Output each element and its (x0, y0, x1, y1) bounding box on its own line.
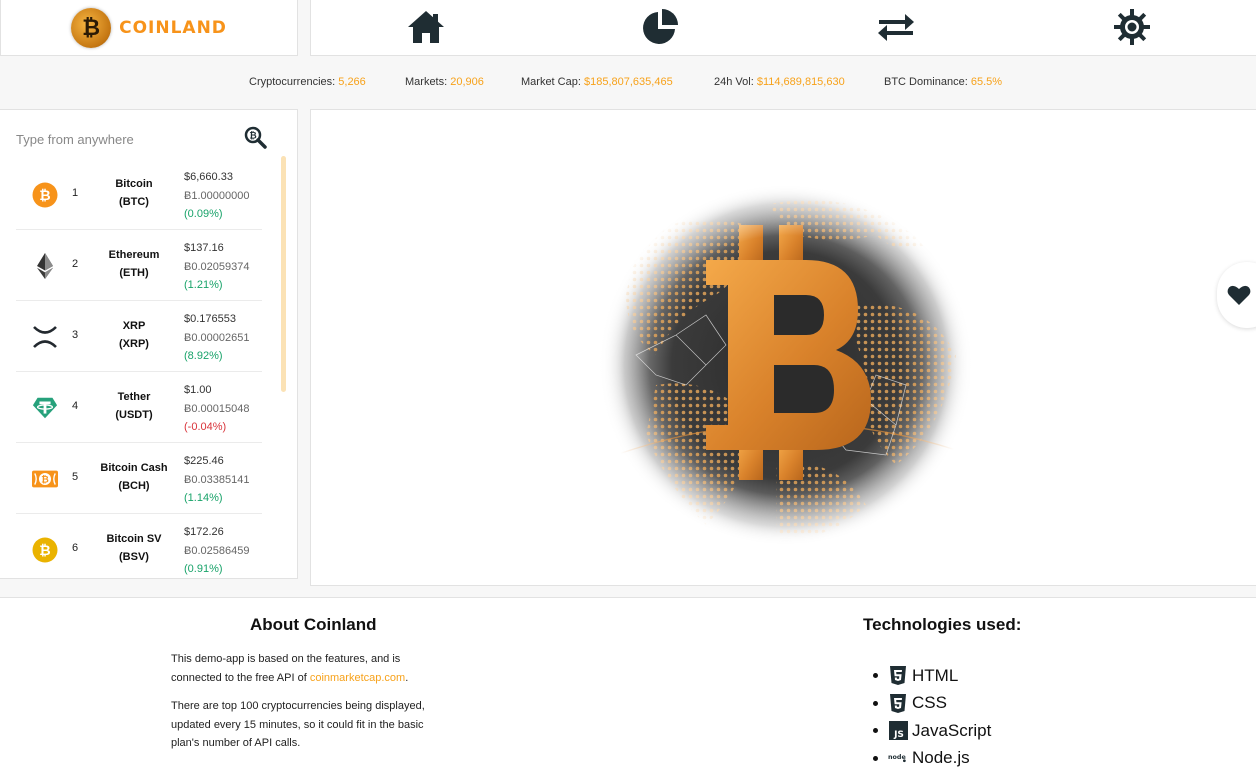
tech-item-nodejs: node Node.js (873, 745, 991, 773)
coin-prices: $1.00 Ƀ0.00015048 (-0.04%) (184, 384, 250, 433)
coin-name: Bitcoin SV (BSV) (106, 533, 162, 563)
coin-prices: $172.26 Ƀ0.02586459 (0.91%) (184, 526, 250, 575)
coin-name: XRP (XRP) (119, 320, 149, 350)
svg-text:₿: ₿ (249, 131, 256, 142)
xrp-icon (32, 324, 58, 350)
javascript-icon: JS (888, 721, 908, 741)
coin-rank: 3 (72, 329, 79, 341)
settings-gear-icon (1114, 9, 1150, 45)
coin-name: Bitcoin (BTC) (115, 178, 153, 208)
css3-icon (888, 693, 908, 713)
bitcoin-logo-icon: ₿ (71, 7, 112, 48)
ethereum-icon (32, 253, 58, 279)
coinmarketcap-link[interactable]: coinmarketcap.com (310, 672, 405, 684)
coin-prices: $225.46 Ƀ0.03385141 (1.14%) (184, 455, 250, 504)
about-paragraph-api: This demo-app is based on the features, … (171, 653, 409, 684)
market-stats-bar: Cryptocurrencies: 5,266 Markets: 20,906 … (0, 72, 1256, 92)
bitcoin-sv-icon: ₿ (32, 537, 58, 563)
stat-btc-dominance: BTC Dominance: 65.5% (884, 76, 1003, 88)
svg-text:node: node (888, 754, 906, 761)
coin-row-bitcoin[interactable]: ₿ 1 Bitcoin (BTC) $6,660.33 Ƀ1.00000000 (0.… (16, 159, 262, 230)
nav-statistics[interactable] (639, 7, 681, 47)
main-nav (310, 0, 1256, 56)
top-bar: ₿ COINLAND (0, 0, 1256, 56)
svg-text:₿: ₿ (39, 188, 50, 204)
coin-name: Tether (USDT) (115, 391, 153, 421)
coin-prices: $6,660.33 Ƀ1.00000000 (0.09%) (184, 171, 250, 220)
coin-rank: 6 (72, 542, 79, 554)
technologies-title: Technologies used: (863, 615, 1022, 634)
main-content (310, 109, 1256, 586)
technologies-list: HTML CSS JS JavaScript node Node.js (873, 662, 991, 772)
nav-exchange[interactable] (875, 7, 917, 47)
bitcoin-icon: ₿ (32, 182, 58, 208)
home-icon (408, 11, 444, 43)
nodejs-icon: node (888, 748, 908, 768)
search-icon[interactable]: ₿ (243, 125, 267, 149)
stat-market-cap: Market Cap: $185,807,635,465 (521, 76, 673, 88)
nav-settings[interactable] (1111, 7, 1153, 47)
coin-name: Bitcoin Cash (BCH) (100, 462, 168, 492)
svg-text:₿: ₿ (39, 543, 50, 559)
about-title: About Coinland (250, 615, 377, 634)
svg-text:₿: ₿ (41, 475, 49, 486)
footer: About Coinland This demo-app is based on… (0, 597, 1256, 781)
exchange-arrows-icon (878, 14, 914, 41)
tech-item-html: HTML (873, 662, 991, 690)
pie-chart-icon (643, 9, 678, 44)
nav-home[interactable] (405, 7, 447, 47)
bitcoin-cash-icon: ₿ (32, 466, 58, 492)
stat-markets: Markets: 20,906 (405, 76, 484, 88)
tech-item-css: CSS (873, 690, 991, 718)
tech-item-javascript: JS JavaScript (873, 717, 991, 745)
sidebar-scrollbar[interactable] (281, 156, 286, 392)
bitcoin-globe-illustration (596, 175, 976, 555)
coin-prices: $0.176553 Ƀ0.00002651 (8.92%) (184, 313, 250, 362)
brand-name: COINLAND (119, 17, 227, 38)
about-paragraph-updates: There are top 100 cryptocurrencies being… (171, 700, 425, 749)
coin-search-input[interactable] (16, 128, 246, 150)
coin-row-tether[interactable]: 4 Tether (USDT) $1.00 Ƀ0.00015048 (-0.04%) (16, 372, 262, 443)
coin-rank: 2 (72, 258, 79, 270)
coin-rank: 4 (72, 400, 79, 412)
coin-prices: $137.16 Ƀ0.02059374 (1.21%) (184, 242, 250, 291)
coin-row-ethereum[interactable]: 2 Ethereum (ETH) $137.16 Ƀ0.02059374 (1.21%… (16, 230, 262, 301)
coin-row-bitcoin-cash[interactable]: ₿ 5 Bitcoin Cash (BCH) $225.46 Ƀ0.03385141… (16, 443, 262, 514)
coin-row-xrp[interactable]: 3 XRP (XRP) $0.176553 Ƀ0.00002651 (8.92%) (16, 301, 262, 372)
brand-logo[interactable]: ₿ COINLAND (0, 0, 298, 56)
heart-icon (1227, 285, 1251, 305)
coin-name: Ethereum (ETH) (108, 249, 160, 279)
svg-text:JS: JS (893, 730, 904, 740)
stat-cryptocurrencies: Cryptocurrencies: 5,266 (249, 76, 366, 88)
html5-icon (888, 666, 908, 686)
coin-row-bitcoin-sv[interactable]: ₿ 6 Bitcoin SV (BSV) $172.26 Ƀ0.02586459 (0… (16, 514, 262, 578)
coin-rank: 1 (72, 187, 79, 199)
coin-rank: 5 (72, 471, 79, 483)
tether-icon (32, 395, 58, 421)
coin-list-sidebar: ₿ ₿ 1 Bitcoin(BTC) $6,660.33Ƀ1.00000000(… (0, 109, 298, 579)
stat-24h-volume: 24h Vol: $114,689,815,630 (714, 76, 845, 88)
